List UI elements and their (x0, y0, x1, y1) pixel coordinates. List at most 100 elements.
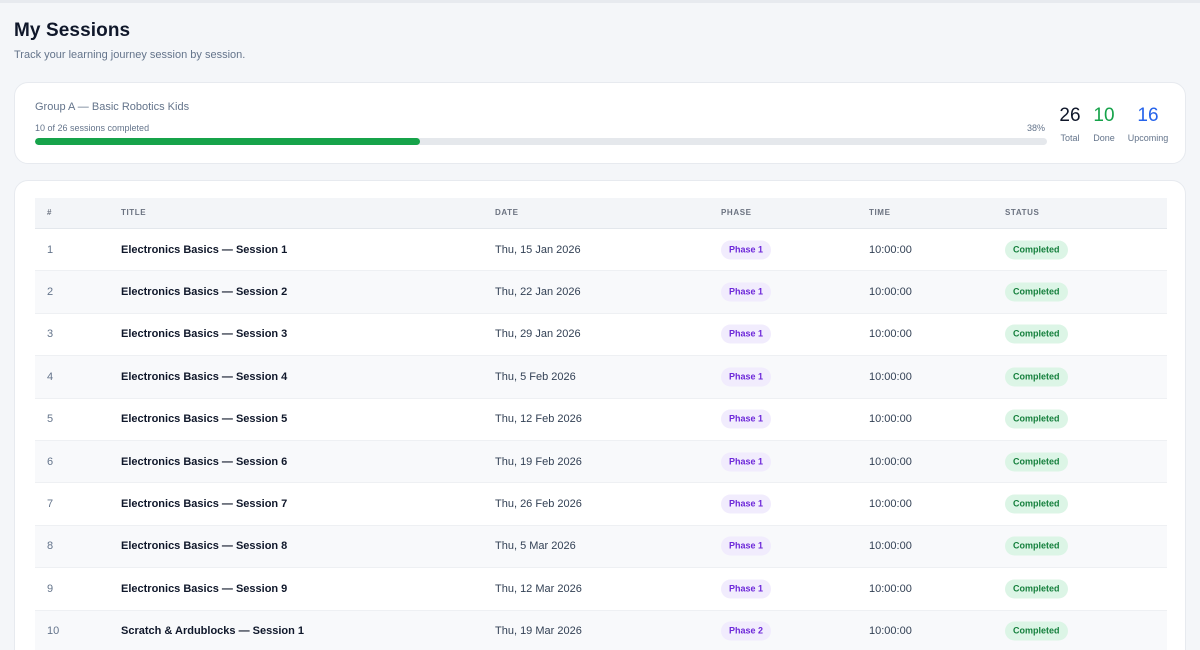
stat-done: 10 Done (1089, 105, 1119, 143)
status-badge: Completed (1005, 536, 1068, 556)
status-badge: Completed (1005, 409, 1068, 429)
status-badge: Completed (1005, 282, 1068, 302)
status-badge: Completed (1005, 367, 1068, 387)
status-cell: Completed (1005, 536, 1068, 556)
session-number: 8 (47, 540, 54, 553)
session-title: Electronics Basics — Session 3 (121, 328, 288, 341)
session-number: 10 (47, 625, 60, 638)
session-title: Electronics Basics — Session 1 (121, 243, 288, 256)
phase-badge: Phase 1 (721, 536, 772, 556)
status-cell: Completed (1005, 282, 1068, 302)
session-date: Thu, 26 Feb 2026 (495, 498, 582, 511)
progress-text: 10 of 26 sessions completed (35, 123, 150, 133)
top-divider (0, 0, 1200, 3)
phase-cell: Phase 1 (721, 324, 772, 344)
table-header: # TITLE DATE PHASE TIME STATUS (35, 198, 1167, 229)
status-cell: Completed (1005, 494, 1068, 514)
header-status: STATUS (1005, 208, 1040, 217)
table-row[interactable]: 6 Electronics Basics — Session 6 Thu, 19 F… (35, 440, 1167, 484)
table-row[interactable]: 2 Electronics Basics — Session 2 Thu, 22 J… (35, 271, 1167, 314)
session-date: Thu, 19 Mar 2026 (495, 625, 582, 638)
status-badge: Completed (1005, 621, 1068, 641)
status-badge: Completed (1005, 579, 1068, 599)
table-row[interactable]: 10 Scratch & Ardublocks — Session 1 Thu, 1… (35, 610, 1167, 650)
stat-upcoming-label: Upcoming (1127, 133, 1169, 143)
phase-cell: Phase 1 (721, 452, 772, 472)
phase-badge: Phase 1 (721, 324, 772, 344)
sessions-table: # TITLE DATE PHASE TIME STATUS 1 Electron… (35, 198, 1167, 650)
session-title: Electronics Basics — Session 8 (121, 540, 288, 553)
session-title: Electronics Basics — Session 5 (121, 413, 288, 426)
table-row[interactable]: 7 Electronics Basics — Session 7 Thu, 26 F… (35, 483, 1167, 526)
status-cell: Completed (1005, 409, 1068, 429)
status-badge: Completed (1005, 324, 1068, 344)
stat-total-value: 26 (1059, 105, 1081, 126)
status-cell: Completed (1005, 452, 1068, 472)
status-cell: Completed (1005, 579, 1068, 599)
session-title: Electronics Basics — Session 2 (121, 286, 288, 299)
table-row[interactable]: 3 Electronics Basics — Session 3 Thu, 29 J… (35, 314, 1167, 357)
session-time: 10:00:00 (869, 498, 912, 511)
session-date: Thu, 29 Jan 2026 (495, 328, 581, 341)
header-date: DATE (495, 208, 519, 217)
stat-done-label: Done (1093, 133, 1115, 143)
phase-badge: Phase 1 (721, 494, 772, 514)
session-time: 10:00:00 (869, 455, 912, 468)
progress-percent: 38% (1027, 123, 1046, 133)
session-title: Scratch & Ardublocks — Session 1 (121, 625, 304, 638)
phase-cell: Phase 1 (721, 536, 772, 556)
session-title: Electronics Basics — Session 6 (121, 455, 288, 468)
session-number: 9 (47, 582, 54, 595)
table-row[interactable]: 1 Electronics Basics — Session 1 Thu, 15 J… (35, 229, 1167, 272)
stat-done-value: 10 (1093, 105, 1115, 126)
stat-total: 26 Total (1055, 105, 1085, 143)
phase-badge: Phase 1 (721, 452, 772, 472)
phase-badge: Phase 1 (721, 409, 772, 429)
session-number: 4 (47, 370, 54, 383)
table-body: 1 Electronics Basics — Session 1 Thu, 15 J… (35, 229, 1167, 650)
phase-badge: Phase 1 (721, 579, 772, 599)
session-time: 10:00:00 (869, 625, 912, 638)
phase-cell: Phase 1 (721, 282, 772, 302)
session-number: 5 (47, 413, 54, 426)
session-date: Thu, 19 Feb 2026 (495, 455, 582, 468)
session-number: 6 (47, 455, 54, 468)
session-time: 10:00:00 (869, 370, 912, 383)
status-badge: Completed (1005, 452, 1068, 472)
session-time: 10:00:00 (869, 286, 912, 299)
status-cell: Completed (1005, 367, 1068, 387)
stat-total-label: Total (1060, 133, 1080, 143)
header-phase: PHASE (721, 208, 752, 217)
stat-upcoming-value: 16 (1137, 105, 1159, 126)
phase-cell: Phase 1 (721, 367, 772, 387)
table-row[interactable]: 9 Electronics Basics — Session 9 Thu, 12 M… (35, 568, 1167, 611)
session-date: Thu, 22 Jan 2026 (495, 286, 581, 299)
session-time: 10:00:00 (869, 328, 912, 341)
phase-cell: Phase 1 (721, 409, 772, 429)
table-row[interactable]: 4 Electronics Basics — Session 4 Thu, 5 Fe… (35, 356, 1167, 399)
session-date: Thu, 12 Mar 2026 (495, 582, 582, 595)
phase-cell: Phase 1 (721, 240, 772, 260)
phase-badge: Phase 2 (721, 621, 772, 641)
header-title: TITLE (121, 208, 147, 217)
session-title: Electronics Basics — Session 4 (121, 370, 288, 383)
page-title: My Sessions (14, 20, 131, 41)
page-header: My Sessions Track your learning journey … (14, 20, 245, 61)
session-number: 1 (47, 243, 54, 256)
session-time: 10:00:00 (869, 582, 912, 595)
status-cell: Completed (1005, 621, 1068, 641)
phase-cell: Phase 1 (721, 579, 772, 599)
header-time: TIME (869, 208, 891, 217)
progress-bar (35, 138, 1047, 145)
session-title: Electronics Basics — Session 9 (121, 582, 288, 595)
status-cell: Completed (1005, 240, 1068, 260)
page-subtitle: Track your learning journey session by s… (14, 49, 246, 61)
session-time: 10:00:00 (869, 413, 912, 426)
header-num: # (47, 208, 53, 217)
table-row[interactable]: 5 Electronics Basics — Session 5 Thu, 12 F… (35, 399, 1167, 441)
phase-cell: Phase 1 (721, 494, 772, 514)
table-row[interactable]: 8 Electronics Basics — Session 8 Thu, 5 Ma… (35, 525, 1167, 569)
session-time: 10:00:00 (869, 540, 912, 553)
status-cell: Completed (1005, 324, 1068, 344)
session-number: 7 (47, 498, 54, 511)
